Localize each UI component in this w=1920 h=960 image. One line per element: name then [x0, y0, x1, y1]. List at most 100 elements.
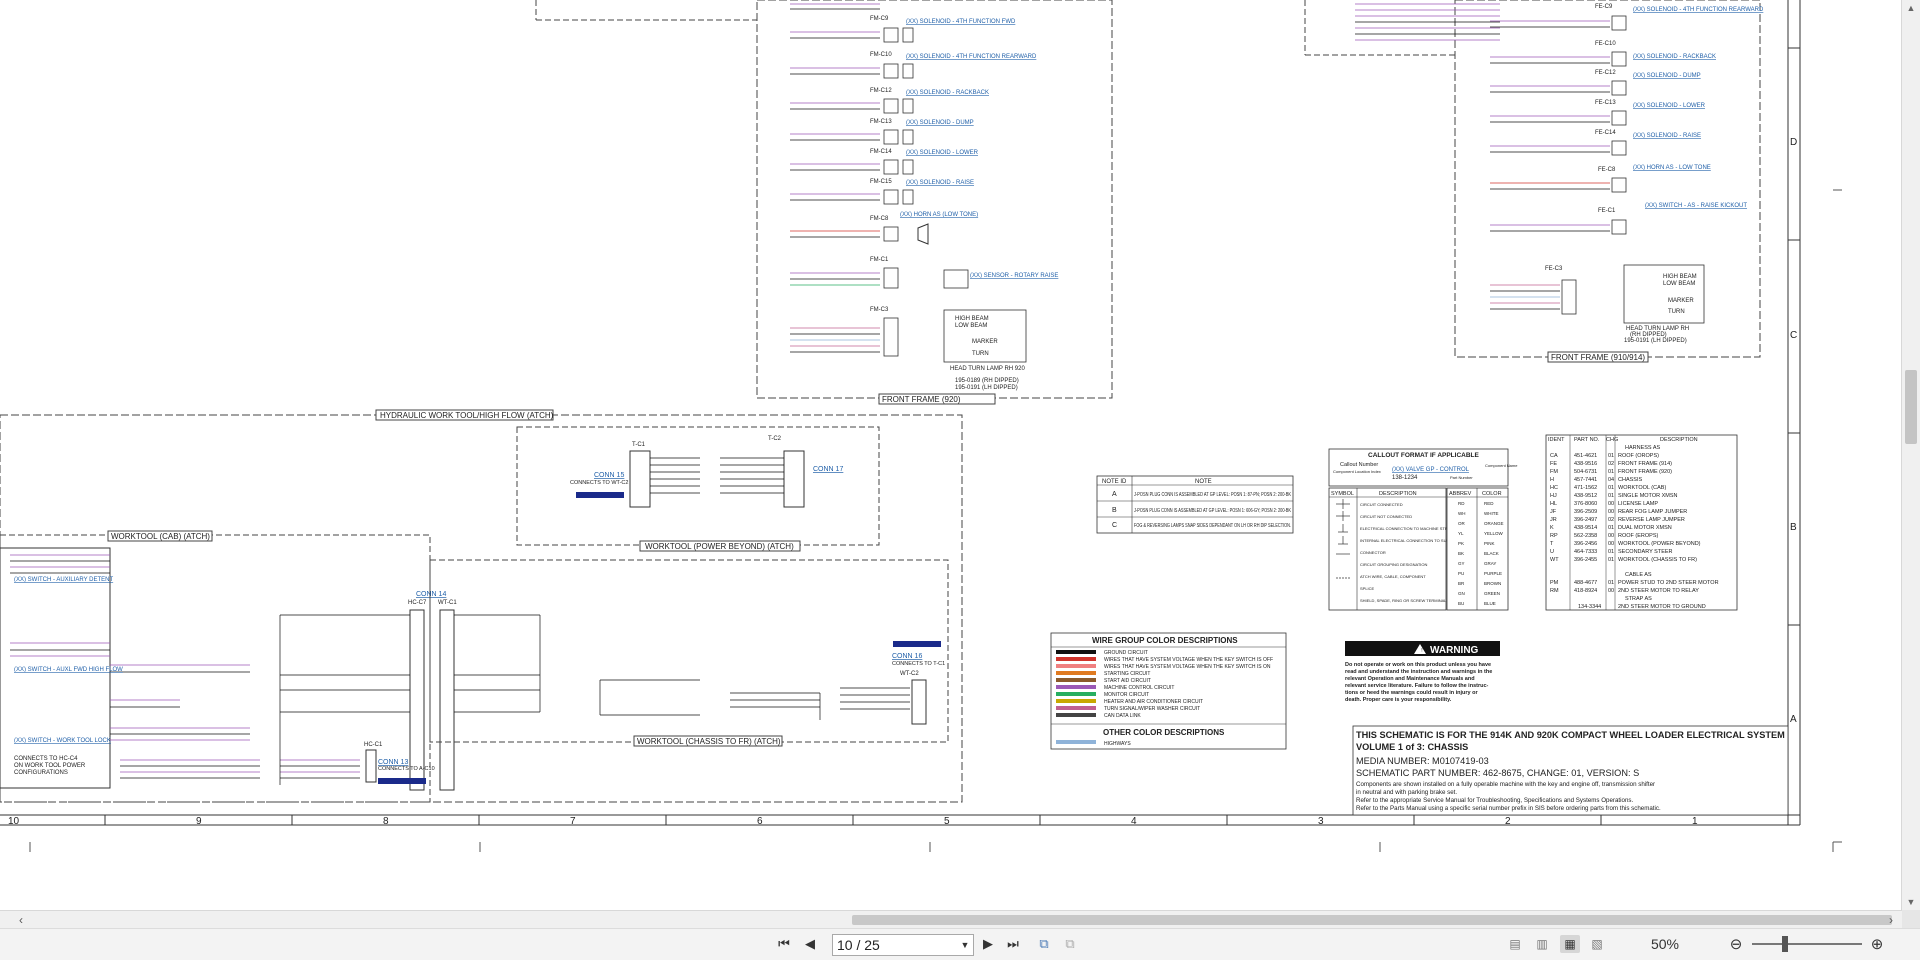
zoom-slider[interactable] [1752, 943, 1862, 945]
scrollbar-corner [1902, 910, 1920, 928]
label-fm-c12: (XX) SOLENOID - RACKBACK [906, 90, 989, 96]
wire-color-label: MONITOR CIRCUIT [1104, 692, 1149, 698]
svg-text:ON WORK TOOL POWER: ON WORK TOOL POWER [14, 763, 86, 769]
vertical-scroll-thumb[interactable] [1905, 370, 1917, 444]
zoom-in-icon[interactable]: ⊕ [1868, 935, 1886, 953]
zoom-slider-knob[interactable] [1782, 936, 1788, 952]
svg-text:CONNECTS TO WT-C2: CONNECTS TO WT-C2 [570, 480, 628, 486]
harness-row-cell: 00 [1608, 533, 1614, 539]
row-letter-a: A [1790, 714, 1797, 725]
wire-color-swatch [1056, 678, 1096, 682]
harness-row-cell: RP [1550, 533, 1558, 539]
color-abbrev-table: ABBREV COLOR RD RED WH WHITE OR ORANGE YL YE… [1446, 487, 1509, 611]
last-page-icon[interactable]: ⏭ [1003, 935, 1023, 953]
first-page-icon[interactable]: ⏮ [774, 935, 794, 953]
wire-color-legend: WIRE GROUP COLOR DESCRIPTIONS GROUND CIR… [1050, 632, 1287, 750]
svg-text:POWER STUD TO 2ND STEER MOTOR: POWER STUD TO 2ND STEER MOTOR [1618, 580, 1719, 586]
label-fe-c10: (XX) SOLENOID - RACKBACK [1633, 54, 1716, 60]
harness-row-cell: 01 [1608, 469, 1614, 475]
harness-row-cell: 02 [1608, 517, 1614, 523]
harness-row-cell: CHASSIS [1618, 477, 1642, 483]
svg-text:BLUE: BLUE [1484, 601, 1496, 606]
next-page-icon[interactable]: ▶ [978, 935, 998, 953]
harness-row-cell: HC [1550, 485, 1558, 491]
svg-text:LOW BEAM: LOW BEAM [1663, 281, 1695, 287]
single-page-view-icon[interactable]: ▤ [1505, 935, 1525, 953]
label-fe-c12: (XX) SOLENOID - DUMP [1633, 73, 1701, 79]
svg-text:OR: OR [1458, 521, 1466, 526]
svg-text:A: A [1112, 491, 1117, 498]
prev-page-icon[interactable]: ◀ [800, 935, 820, 953]
harness-row-cell: HL [1550, 501, 1557, 507]
scroll-left-icon[interactable]: ‹ [14, 913, 28, 927]
svg-text:FE-C8: FE-C8 [1598, 167, 1616, 173]
svg-text:FM-C3: FM-C3 [870, 307, 889, 313]
col-7: 7 [570, 816, 576, 827]
svg-text:BROWN: BROWN [1484, 581, 1501, 586]
harness-row-cell: 464-7333 [1574, 549, 1597, 555]
svg-text:relevant Operation and Mainten: relevant Operation and Maintenance Manua… [1345, 676, 1475, 682]
label-fe-c13: (XX) SOLENOID - LOWER [1633, 103, 1706, 109]
zoom-out-icon[interactable]: ⊖ [1727, 935, 1745, 953]
column-numbers: 10 9 8 7 6 5 4 3 2 1 [8, 815, 1834, 852]
warning-box: ! WARNING Do not operate or work on this… [1345, 641, 1500, 703]
chevron-down-icon[interactable]: ▼ [957, 940, 973, 950]
label-fm-c1: (XX) SENSOR - ROTARY RAISE [970, 273, 1058, 279]
row-letter-b: B [1790, 522, 1797, 533]
svg-text:418-8924: 418-8924 [1574, 588, 1597, 594]
label-fm-c13: (XX) SOLENOID - DUMP [906, 120, 974, 126]
svg-text:CONFIGURATIONS: CONFIGURATIONS [14, 770, 68, 776]
horizontal-scroll-thumb[interactable] [852, 915, 1892, 925]
wire-color-label: START AID CIRCUIT [1104, 678, 1151, 684]
document-viewport[interactable]: D C B A 10 9 8 7 6 5 4 3 2 1 FRONT FRAME… [0, 0, 1902, 910]
label-fm-c15: (XX) SOLENOID - RAISE [906, 180, 974, 186]
back-view-icon[interactable]: ⧉ [1034, 935, 1054, 953]
svg-text:MARKER: MARKER [1668, 298, 1694, 304]
label-fe-c1: (XX) SWITCH - AS - RAISE KICKOUT [1645, 203, 1747, 209]
svg-text:FM-C15: FM-C15 [870, 179, 892, 185]
svg-text:HIGH BEAM: HIGH BEAM [955, 316, 989, 322]
harness-row-cell: 438-9514 [1574, 525, 1597, 531]
svg-text:J-POSN PLUG CONN IS ASSEMBLED: J-POSN PLUG CONN IS ASSEMBLED AT GP LEVE… [1134, 508, 1292, 514]
harness-row-cell: ROOF (OROPS) [1618, 453, 1659, 459]
harness-row-cell: 396-2456 [1574, 541, 1597, 547]
label-fm-c3: HEAD TURN LAMP RH 920 [950, 366, 1025, 372]
scroll-down-icon[interactable]: ▼ [1905, 896, 1917, 908]
harness-row-cell: FE [1550, 461, 1557, 467]
label-fm-c9: (XX) SOLENOID - 4TH FUNCTION FWD [906, 19, 1016, 25]
svg-text:CIRCUIT NOT CONNECTED: CIRCUIT NOT CONNECTED [1360, 514, 1412, 519]
col-2: 2 [1505, 816, 1511, 827]
svg-text:HC-C1: HC-C1 [364, 742, 383, 748]
svg-text:WARNING: WARNING [1430, 645, 1479, 656]
harness-row-cell: 02 [1608, 461, 1614, 467]
horizontal-scrollbar[interactable]: ‹ › [0, 910, 1902, 929]
continuous-facing-view-icon[interactable]: ▧ [1587, 935, 1607, 953]
vertical-scrollbar[interactable]: ▲ ▼ [1901, 0, 1920, 910]
scroll-up-icon[interactable]: ▲ [1905, 2, 1917, 14]
svg-text:CIRCUIT CONNECTED: CIRCUIT CONNECTED [1360, 502, 1403, 507]
continuous-view-icon[interactable]: ▥ [1532, 935, 1552, 953]
conn16-label: CONN 16 [892, 653, 922, 660]
harness-row-cell: 451-4621 [1574, 453, 1597, 459]
col-10: 10 [8, 816, 20, 827]
harness-row-cell: 01 [1608, 549, 1614, 555]
facing-view-icon[interactable]: ▦ [1560, 935, 1580, 953]
page-number-input[interactable]: 10 / 25 ▼ [832, 934, 974, 956]
svg-text:Component Name: Component Name [1485, 463, 1518, 468]
harness-row-cell: DUAL MOTOR XMSN [1618, 525, 1672, 531]
svg-text:Part Number: Part Number [1450, 475, 1473, 480]
scroll-right-icon[interactable]: › [1884, 913, 1898, 927]
forward-view-icon[interactable]: ⧉ [1060, 935, 1080, 953]
label-fm-c10: (XX) SOLENOID - 4TH FUNCTION REARWARD [906, 54, 1037, 60]
svg-text:SYMBOL: SYMBOL [1331, 491, 1354, 497]
svg-text:RM: RM [1550, 588, 1559, 594]
row-letter-c: C [1790, 330, 1797, 341]
svg-text:NOTE ID: NOTE ID [1102, 479, 1127, 485]
wire-color-label: TURN SIGNAL/WIPER WASHER CIRCUIT [1104, 706, 1200, 712]
svg-text:CONNECTS TO T-C1: CONNECTS TO T-C1 [892, 661, 945, 667]
label-fm-c14: (XX) SOLENOID - LOWER [906, 150, 979, 156]
wire-color-swatch [1056, 650, 1096, 654]
col-3: 3 [1318, 816, 1324, 827]
wire-color-swatch [1056, 664, 1096, 668]
title-block: THIS SCHEMATIC IS FOR THE 914K AND 920K … [1352, 725, 1789, 816]
